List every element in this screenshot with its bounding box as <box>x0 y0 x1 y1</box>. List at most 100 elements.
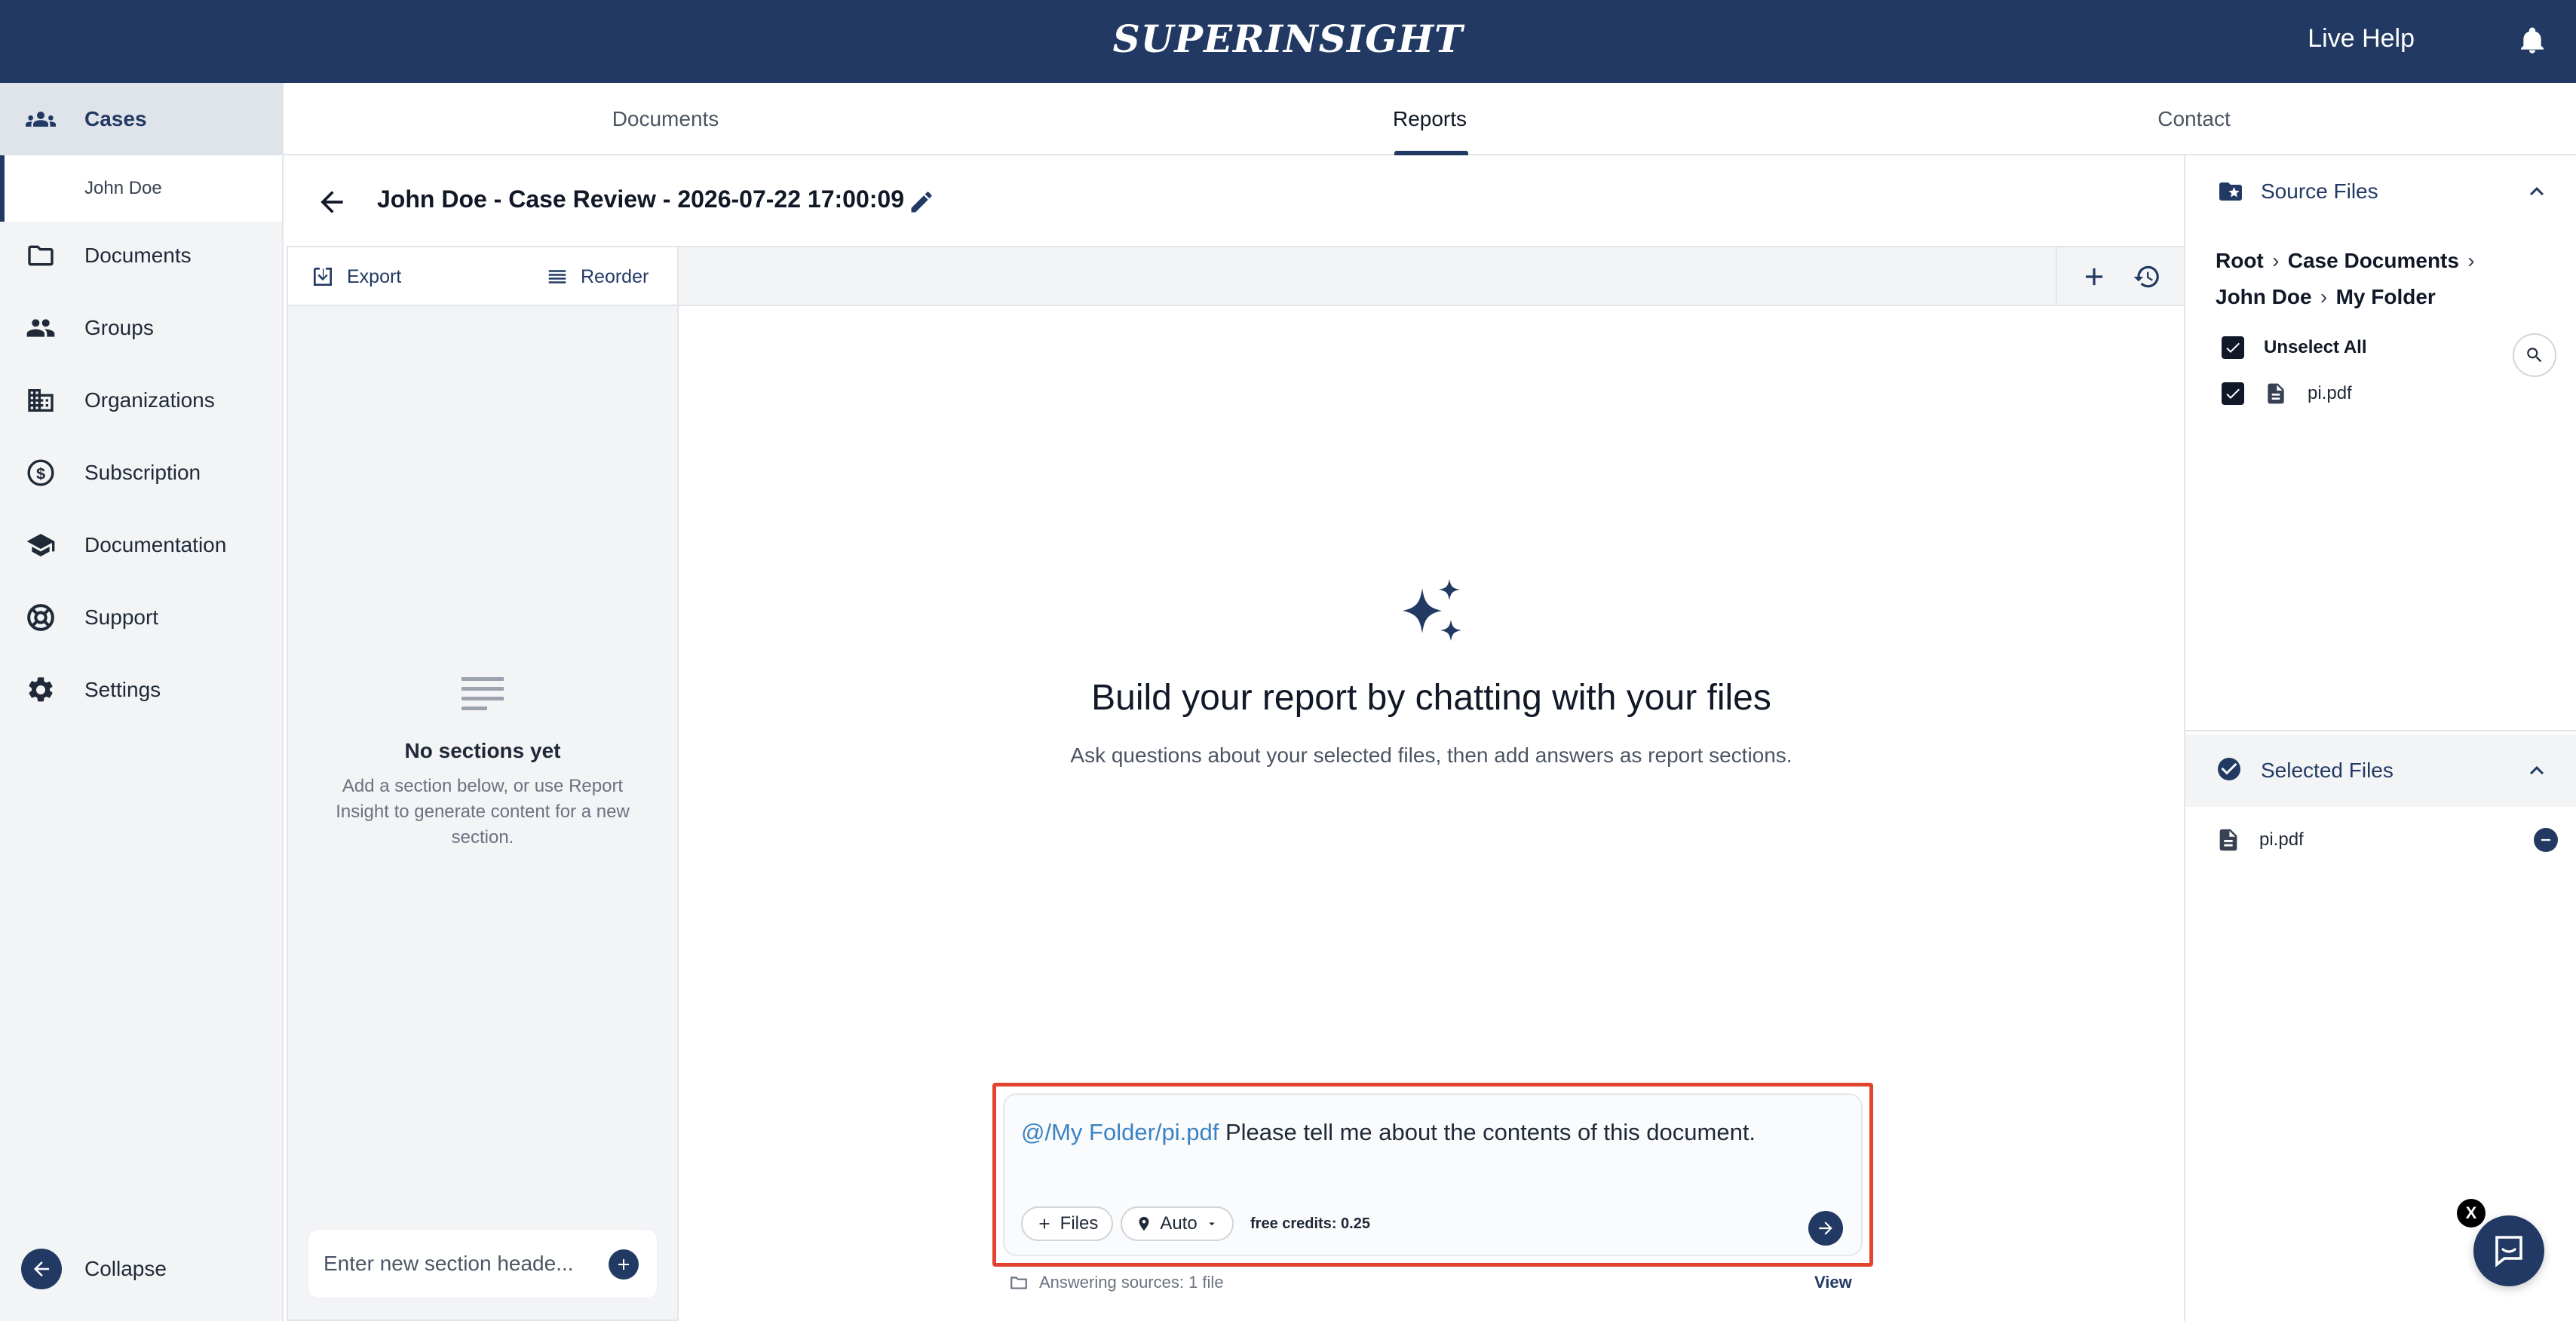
chat-message-body: Please tell me about the contents of thi… <box>1219 1119 1756 1145</box>
bell-icon[interactable] <box>2517 24 2547 57</box>
sidebar-item-label: Cases <box>84 107 147 130</box>
empty-state-description: Add a section below, or use Report Insig… <box>336 776 630 847</box>
people-icon <box>26 313 56 343</box>
close-chat-launcher-button[interactable]: X <box>2457 1199 2486 1228</box>
new-section-input[interactable] <box>324 1246 595 1281</box>
new-section-input-container <box>308 1229 658 1298</box>
sidebar-subitem-john-doe[interactable]: John Doe <box>0 155 282 222</box>
tab-reports[interactable]: Reports <box>1047 83 1812 155</box>
sidebar-item-groups[interactable]: Groups <box>0 294 282 362</box>
unselect-all-row[interactable]: Unselect All <box>2222 336 2367 359</box>
selected-files-header[interactable]: Selected Files <box>2185 734 2576 807</box>
toolbar-divider <box>2056 247 2057 306</box>
panel-divider <box>2185 730 2576 731</box>
sidebar-subitem-label: John Doe <box>84 178 162 198</box>
history-icon[interactable] <box>2133 262 2161 291</box>
answering-sources: Answering sources: 1 file <box>1009 1273 1224 1292</box>
minus-icon <box>2541 838 2550 841</box>
add-section-button[interactable] <box>609 1249 639 1280</box>
plus-icon[interactable] <box>2080 262 2108 291</box>
notes-lines-icon <box>462 677 504 710</box>
breadcrumb-case-documents[interactable]: Case Documents <box>2288 249 2459 272</box>
chat-input-box[interactable]: @/My Folder/pi.pdf Please tell me about … <box>1003 1093 1863 1256</box>
view-sources-link[interactable]: View <box>1814 1273 1852 1292</box>
folder-icon <box>26 241 56 271</box>
hero-title: Build your report by chatting with your … <box>1091 678 1771 718</box>
search-button[interactable] <box>2513 333 2556 377</box>
tab-contact[interactable]: Contact <box>1812 83 2576 155</box>
sparkles-icon <box>1395 578 1467 650</box>
unselect-all-checkbox[interactable] <box>2222 336 2244 359</box>
breadcrumb-root[interactable]: Root <box>2216 249 2264 272</box>
model-chip-label: Auto <box>1160 1213 1198 1234</box>
export-button[interactable]: Export <box>311 261 401 293</box>
sidebar-item-label: Documentation <box>84 533 227 556</box>
selected-file-row: pi.pdf <box>2216 819 2562 861</box>
plus-icon <box>618 1259 629 1270</box>
svg-text:$: $ <box>36 464 45 483</box>
empty-state-title: No sections yet <box>404 739 561 762</box>
app-logo[interactable]: SUPERINSIGHT <box>0 17 2576 61</box>
active-tab-indicator <box>1394 151 1468 155</box>
caret-down-icon <box>1208 1222 1215 1226</box>
reorder-button[interactable]: Reorder <box>546 261 649 293</box>
files-chip-label: Files <box>1060 1213 1099 1234</box>
search-icon <box>2527 348 2542 363</box>
free-credits-label: free credits: 0.25 <box>1250 1215 1370 1232</box>
tab-documents[interactable]: Documents <box>284 83 1047 155</box>
outline-toolbar: Export Reorder <box>288 247 677 306</box>
sidebar-item-documentation[interactable]: Documentation <box>0 511 282 579</box>
sidebar-item-label: Settings <box>84 678 161 701</box>
sidebar-item-label: Groups <box>84 316 154 339</box>
remove-file-button[interactable] <box>2534 828 2558 852</box>
chevron-up-icon[interactable] <box>2523 178 2550 205</box>
files-chip-button[interactable]: Files <box>1021 1206 1113 1241</box>
folder-breadcrumb: Root › Case Documents › John Doe › My Folder <box>2216 243 2532 315</box>
breadcrumb-my-folder[interactable]: My Folder <box>2336 285 2436 308</box>
back-arrow-icon[interactable] <box>315 185 348 219</box>
arrow-left-icon <box>21 1249 62 1289</box>
check-circle-icon <box>2216 756 2243 783</box>
chevron-right-icon: › <box>2467 249 2475 272</box>
sidebar-item-subscription[interactable]: $ Subscription <box>0 439 282 507</box>
top-bar: SUPERINSIGHT Live Help <box>0 0 2576 83</box>
model-select-chip[interactable]: Auto <box>1121 1206 1234 1241</box>
send-button[interactable] <box>1808 1211 1843 1246</box>
sidebar-item-cases[interactable]: Cases <box>0 83 282 155</box>
chat-bubble-icon <box>2495 1236 2522 1267</box>
source-file-row[interactable]: pi.pdf <box>2222 382 2352 406</box>
source-files-header[interactable]: Source Files <box>2185 155 2576 228</box>
chat-toolbar <box>679 246 2184 306</box>
gear-icon <box>26 675 56 705</box>
school-icon <box>26 530 56 560</box>
selected-file-name: pi.pdf <box>2259 829 2304 850</box>
plus-icon <box>1039 1218 1050 1229</box>
folder-icon <box>1010 1277 1027 1289</box>
location-pin-icon <box>1139 1216 1149 1231</box>
sidebar-item-label: Subscription <box>84 461 201 484</box>
sidebar-item-documents[interactable]: Documents <box>0 222 282 290</box>
breadcrumb-john-doe[interactable]: John Doe <box>2216 285 2312 308</box>
check-icon <box>2226 388 2240 399</box>
chat-launcher-button[interactable] <box>2473 1215 2544 1286</box>
live-help-link[interactable]: Live Help <box>2308 24 2415 54</box>
reorder-label: Reorder <box>581 265 649 287</box>
building-icon <box>26 385 56 415</box>
top-tabs: Documents Reports Contact <box>284 83 2576 155</box>
edit-pencil-icon[interactable] <box>908 188 935 216</box>
document-icon <box>2216 827 2241 853</box>
sidebar-item-organizations[interactable]: Organizations <box>0 366 282 434</box>
chevron-up-icon[interactable] <box>2523 757 2550 784</box>
sidebar-item-settings[interactable]: Settings <box>0 656 282 724</box>
collapse-label: Collapse <box>84 1257 167 1280</box>
collapse-button[interactable]: Collapse <box>0 1235 282 1303</box>
file-checkbox[interactable] <box>2222 382 2244 405</box>
chat-message-text[interactable]: @/My Folder/pi.pdf Please tell me about … <box>1021 1114 1820 1151</box>
chevron-right-icon: › <box>2272 249 2280 272</box>
folder-star-icon <box>2217 178 2244 205</box>
sidebar-item-support[interactable]: Support <box>0 584 282 651</box>
report-outline-panel: Export Reorder No sections yet Add a sec… <box>287 246 679 1321</box>
sidebar-item-label: Documents <box>84 244 192 267</box>
arrow-right-icon <box>1819 1221 1832 1235</box>
files-panel: Source Files Root › Case Documents › John Do… <box>2184 155 2576 1321</box>
